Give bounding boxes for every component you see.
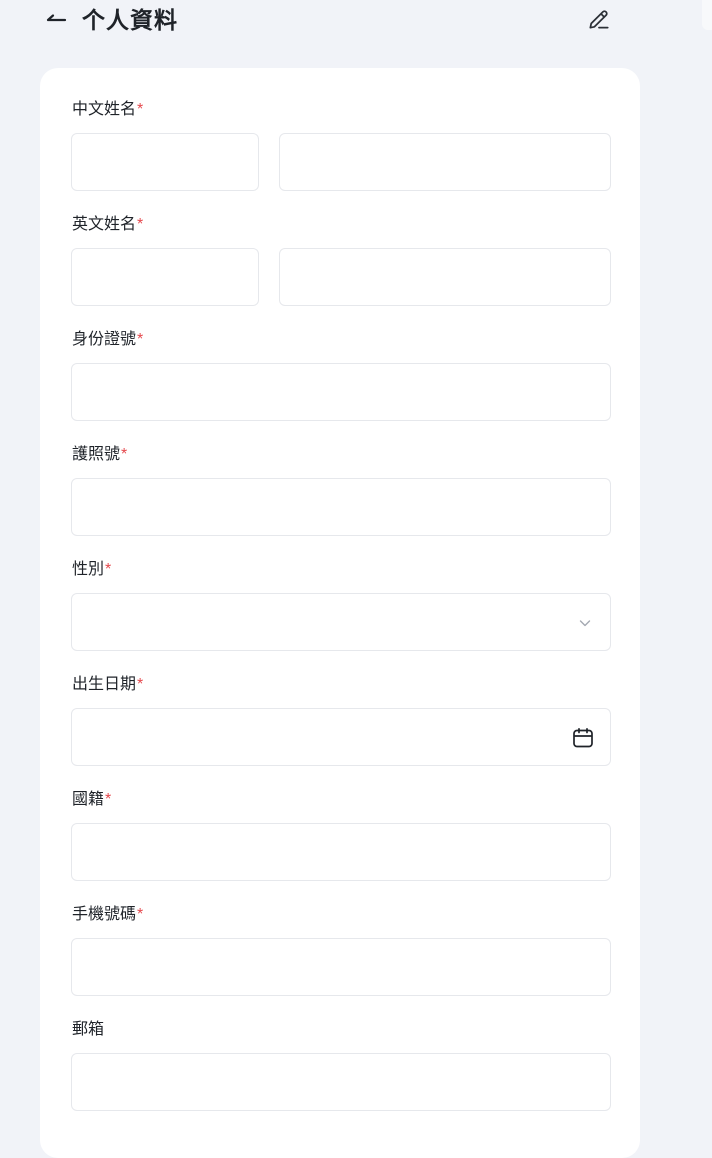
birth-date-label-text: 出生日期 — [72, 676, 137, 693]
required-mark: * — [137, 906, 144, 923]
calendar-icon[interactable] — [571, 726, 595, 750]
page-title: 个人資料 — [82, 7, 178, 33]
required-mark: * — [137, 331, 144, 348]
window-edge — [702, 0, 712, 30]
email-label: 郵箱 — [72, 1019, 104, 1041]
required-mark: * — [105, 561, 112, 578]
passport-number-label: 護照號* — [72, 444, 127, 466]
birth-date-input[interactable] — [71, 708, 611, 766]
id-number-input[interactable] — [71, 363, 611, 421]
id-number-label: 身份證號* — [72, 329, 143, 351]
id-number-label-text: 身份證號 — [72, 331, 137, 348]
passport-number-label-text: 護照號 — [72, 446, 121, 463]
gender-label: 性別* — [72, 559, 111, 581]
required-mark: * — [121, 446, 128, 463]
nationality-label: 國籍* — [72, 789, 111, 811]
required-mark: * — [105, 791, 112, 808]
pencil-icon — [589, 10, 609, 29]
phone-label-text: 手機號碼 — [72, 906, 137, 923]
required-mark: * — [137, 676, 144, 693]
nationality-input[interactable] — [71, 823, 611, 881]
chinese-name-label: 中文姓名* — [72, 99, 143, 121]
gender-label-text: 性別 — [72, 561, 105, 578]
edit-button[interactable] — [586, 6, 612, 32]
back-arrow-icon — [46, 14, 67, 22]
email-label-text: 郵箱 — [72, 1021, 105, 1038]
page-header: 个人資料 — [0, 0, 712, 40]
chevron-down-icon — [579, 620, 591, 627]
email-input[interactable] — [71, 1053, 611, 1111]
phone-label: 手機號碼* — [72, 904, 143, 926]
required-mark: * — [137, 101, 144, 118]
chinese-name-label-text: 中文姓名 — [72, 101, 137, 118]
required-mark: * — [137, 216, 144, 233]
nationality-label-text: 國籍 — [72, 791, 105, 808]
chinese-given-name-input[interactable] — [279, 133, 611, 191]
gender-select[interactable] — [71, 593, 611, 651]
passport-number-input[interactable] — [71, 478, 611, 536]
english-given-name-input[interactable] — [279, 248, 611, 306]
back-button[interactable] — [44, 8, 68, 32]
english-surname-input[interactable] — [71, 248, 259, 306]
chinese-surname-input[interactable] — [71, 133, 259, 191]
english-name-label: 英文姓名* — [72, 214, 143, 236]
birth-date-label: 出生日期* — [72, 674, 143, 696]
english-name-label-text: 英文姓名 — [72, 216, 137, 233]
phone-input[interactable] — [71, 938, 611, 996]
